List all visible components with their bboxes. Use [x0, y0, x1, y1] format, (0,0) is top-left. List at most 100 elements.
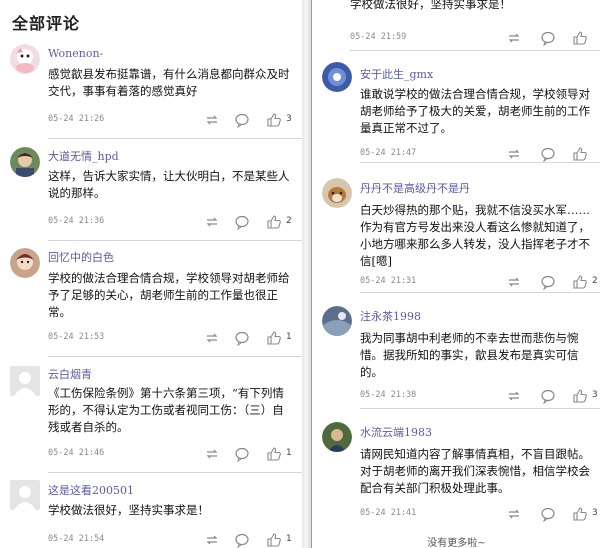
like-count: 1: [286, 534, 292, 544]
timestamp: 05-24 21:38: [360, 390, 417, 400]
comments-screenshot: 全部评论 Wonenon- 感觉歙县发布挺靠谱，有什么消息都向群众及时交代，事事…: [0, 0, 600, 548]
comment-meta: 05-24 21:26 3: [48, 112, 292, 128]
comment-text: 谁敢说学校的做法合理合情合规，学校领导对胡老师给予了极大的关爱，胡老师生前的工作…: [360, 87, 590, 135]
comment-text: 请网民知道内容了解事情真相，不盲目跟帖。对于胡老师的离开我们深表惋惜，相信学校会…: [360, 447, 590, 495]
comment-item: 丹丹不是高级丹不是丹 白天炒得热的那个贴，我就不信没买水军……作为有官方号发出来…: [312, 164, 600, 294]
comment-text: 学校做法很好，坚持实事求是！: [350, 0, 511, 11]
comment-item: 安于此生_gmx 谁敢说学校的做法合理合情合规，学校领导对胡老师给予了极大的关爱…: [312, 52, 600, 164]
comment-item: 云白烟青 《工伤保险条例》第十六条第三项，“有下列情形的，不得认定为工伤或者视同…: [0, 358, 302, 474]
username[interactable]: Wonenon-: [48, 47, 103, 60]
separator: [48, 472, 302, 473]
comment-item: Wonenon- 感觉歙县发布挺靠谱，有什么消息都向群众及时交代，事事有着落的感…: [0, 40, 302, 140]
thumbs-up-icon[interactable]: [266, 532, 282, 548]
avatar[interactable]: [10, 147, 40, 177]
comment-icon[interactable]: [234, 214, 250, 230]
comment-icon[interactable]: [234, 446, 250, 462]
thumbs-up-icon[interactable]: [572, 30, 588, 46]
username[interactable]: 这是这看200501: [48, 482, 134, 498]
username[interactable]: 回忆中的白色: [48, 249, 114, 265]
comment-item: 注永茶1998 我为同事胡中利老师的不幸去世而悲伤与惋惜。据我所知的事实，歙县发…: [312, 294, 600, 410]
like-count: 1: [286, 332, 292, 342]
username[interactable]: 丹丹不是高级丹不是丹: [360, 180, 470, 196]
thumbs-up-icon[interactable]: [572, 274, 588, 290]
repost-icon[interactable]: [506, 30, 522, 46]
repost-icon[interactable]: [204, 330, 220, 346]
thumbs-up-icon[interactable]: [572, 146, 588, 162]
comment-meta: 05-24 21:47: [360, 146, 591, 162]
timestamp: 05-24 21:31: [360, 276, 417, 286]
left-comment-panel: 全部评论 Wonenon- 感觉歙县发布挺靠谱，有什么消息都向群众及时交代，事事…: [0, 0, 302, 548]
timestamp: 05-24 21:54: [48, 534, 105, 544]
comment-meta: 05-24 21:31 2: [360, 274, 598, 290]
thumbs-up-icon[interactable]: [266, 112, 282, 128]
timestamp: 05-24 21:36: [48, 216, 105, 226]
comment-text: 感觉歙县发布挺靠谱，有什么消息都向群众及时交代，事事有着落的感觉真好: [48, 67, 290, 98]
repost-icon[interactable]: [204, 532, 220, 548]
comment-icon[interactable]: [234, 112, 250, 128]
timestamp: 05-24 21:53: [48, 332, 105, 342]
repost-icon[interactable]: [506, 388, 522, 404]
like-count: 3: [286, 114, 292, 124]
comment-item: 学校做法很好，坚持实事求是！ 05-24 21:59: [312, 0, 600, 52]
thumbs-up-icon[interactable]: [266, 330, 282, 346]
timestamp: 05-24 21:26: [48, 114, 105, 124]
comment-meta: 05-24 21:54 1: [48, 532, 292, 548]
comment-item: 这是这看200501 学校做法很好，坚持实事求是！ 05-24 21:54 1: [0, 474, 302, 548]
comment-text: 我为同事胡中利老师的不幸去世而悲伤与惋惜。据我所知的事实，歙县发布是真实可信的。: [360, 331, 579, 379]
comment-item: 回忆中的白色 学校的做法合理合情合规，学校领导对胡老师给予了足够的关心，胡老师生…: [0, 242, 302, 358]
comment-icon[interactable]: [540, 388, 556, 404]
thumbs-up-icon[interactable]: [266, 446, 282, 462]
comment-item: 大道无情_hpd 这样，告诉大家实情，让大伙明白，不是某些人说的那样。 05-2…: [0, 140, 302, 242]
avatar[interactable]: [322, 306, 352, 336]
comment-meta: 05-24 21:59: [350, 30, 591, 46]
avatar[interactable]: [322, 178, 352, 208]
comment-icon[interactable]: [234, 330, 250, 346]
timestamp: 05-24 21:59: [350, 32, 407, 42]
avatar[interactable]: [10, 44, 40, 74]
username[interactable]: 云白烟青: [48, 366, 92, 382]
thumbs-up-icon[interactable]: [266, 214, 282, 230]
panel-divider: [302, 0, 311, 548]
comment-icon[interactable]: [540, 274, 556, 290]
comment-meta: 05-24 21:36 2: [48, 214, 292, 230]
avatar[interactable]: [322, 422, 352, 452]
separator: [360, 162, 600, 163]
comment-icon[interactable]: [540, 146, 556, 162]
avatar[interactable]: [322, 62, 352, 92]
thumbs-up-icon[interactable]: [572, 506, 588, 522]
separator: [350, 50, 600, 51]
separator: [48, 356, 302, 357]
avatar[interactable]: [10, 248, 40, 278]
comment-meta: 05-24 21:41 3: [360, 506, 598, 522]
separator: [360, 408, 600, 409]
like-count: 3: [592, 390, 598, 400]
repost-icon[interactable]: [204, 214, 220, 230]
timestamp: 05-24 21:46: [48, 448, 105, 458]
avatar[interactable]: [10, 366, 40, 396]
timestamp: 05-24 21:41: [360, 508, 417, 518]
avatar[interactable]: [10, 480, 40, 510]
separator: [48, 138, 302, 139]
section-title: 全部评论: [12, 14, 81, 33]
comment-text: 白天炒得热的那个贴，我就不信没买水军……作为有官方号发出来没人看这么惨就知道了，…: [360, 203, 590, 268]
comment-icon[interactable]: [234, 532, 250, 548]
thumbs-up-icon[interactable]: [572, 388, 588, 404]
repost-icon[interactable]: [204, 446, 220, 462]
timestamp: 05-24 21:47: [360, 148, 417, 158]
username[interactable]: 水流云端1983: [360, 424, 432, 440]
comment-meta: 05-24 21:46 1: [48, 446, 292, 462]
username[interactable]: 大道无情_hpd: [48, 148, 119, 164]
username[interactable]: 注永茶1998: [360, 308, 421, 324]
like-count: 1: [286, 448, 292, 458]
comment-icon[interactable]: [540, 506, 556, 522]
username[interactable]: 安于此生_gmx: [360, 66, 433, 82]
right-comment-panel: 学校做法很好，坚持实事求是！ 05-24 21:59 安于此生_gmx 谁敢说学…: [311, 0, 600, 548]
comment-icon[interactable]: [540, 30, 556, 46]
repost-icon[interactable]: [204, 112, 220, 128]
repost-icon[interactable]: [506, 146, 522, 162]
repost-icon[interactable]: [506, 506, 522, 522]
no-more-footer: 没有更多啦~: [427, 538, 486, 548]
repost-icon[interactable]: [506, 274, 522, 290]
like-count: 2: [286, 216, 292, 226]
like-count: 3: [592, 508, 598, 518]
